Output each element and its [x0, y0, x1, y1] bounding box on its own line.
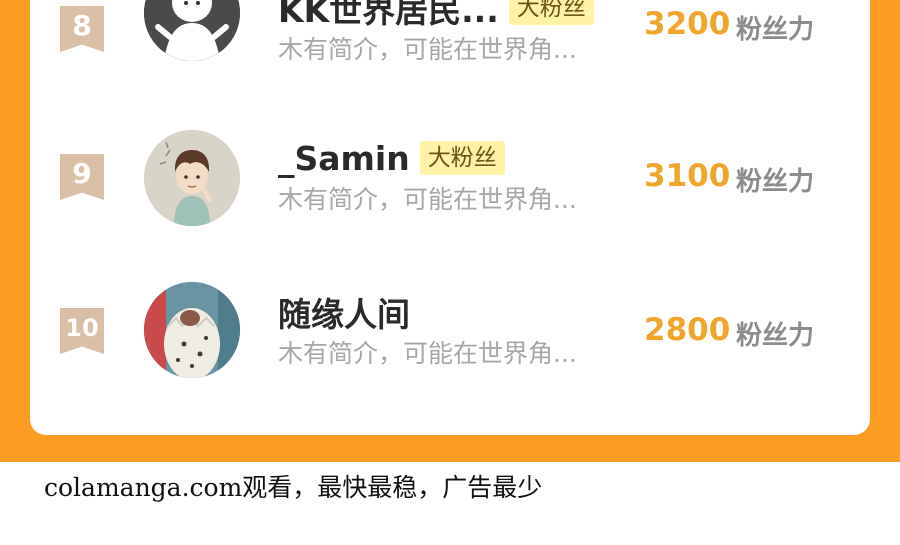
ghost-avatar-icon	[144, 0, 240, 61]
leaderboard-row-8[interactable]: 8 KK世界居民... 大粉丝 木有简介，可能在世界角... 3200 粉丝力	[30, 0, 870, 80]
egg-photo-avatar-icon	[144, 282, 240, 378]
avatar[interactable]	[144, 130, 240, 226]
leaderboard-row-10[interactable]: 10 随缘人间 木有简介，可能在世界角... 2800 粉丝力	[30, 282, 870, 384]
fan-score-unit: 粉丝力	[736, 15, 815, 45]
name-line: KK世界居民... 大粉丝	[278, 0, 594, 30]
leaderboard-card: 8 KK世界居民... 大粉丝 木有简介，可能在世界角... 3200 粉丝力 …	[30, 0, 870, 435]
rank-ribbon: 10	[60, 308, 104, 354]
name-line: _Samin 大粉丝	[278, 138, 505, 178]
user-bio: 木有简介，可能在世界角...	[278, 339, 577, 368]
fan-score: 3200	[644, 6, 731, 42]
user-name[interactable]: 随缘人间	[278, 288, 410, 336]
avatar[interactable]	[144, 0, 240, 61]
cartoon-boy-avatar-icon	[144, 130, 240, 226]
avatar[interactable]	[144, 282, 240, 378]
fan-level-badge: 大粉丝	[508, 0, 594, 25]
fan-score: 3100	[644, 158, 731, 194]
watermark-text: colamanga.com观看，最快最稳，广告最少	[44, 473, 543, 502]
fan-score-unit: 粉丝力	[736, 167, 815, 197]
user-name[interactable]: KK世界居民...	[278, 0, 499, 32]
fan-score: 2800	[644, 312, 731, 348]
name-line: 随缘人间	[278, 292, 410, 334]
fan-score-unit: 粉丝力	[736, 321, 815, 351]
leaderboard-row-9[interactable]: 9 _Samin 大粉丝 木有简介，可能在世界角... 3100 粉丝力	[30, 130, 870, 232]
rank-ribbon: 8	[60, 6, 104, 52]
user-name[interactable]: _Samin	[278, 139, 410, 178]
rank-ribbon: 9	[60, 154, 104, 200]
user-bio: 木有简介，可能在世界角...	[278, 185, 577, 214]
fan-level-badge: 大粉丝	[419, 141, 505, 175]
user-bio: 木有简介，可能在世界角...	[278, 35, 577, 64]
